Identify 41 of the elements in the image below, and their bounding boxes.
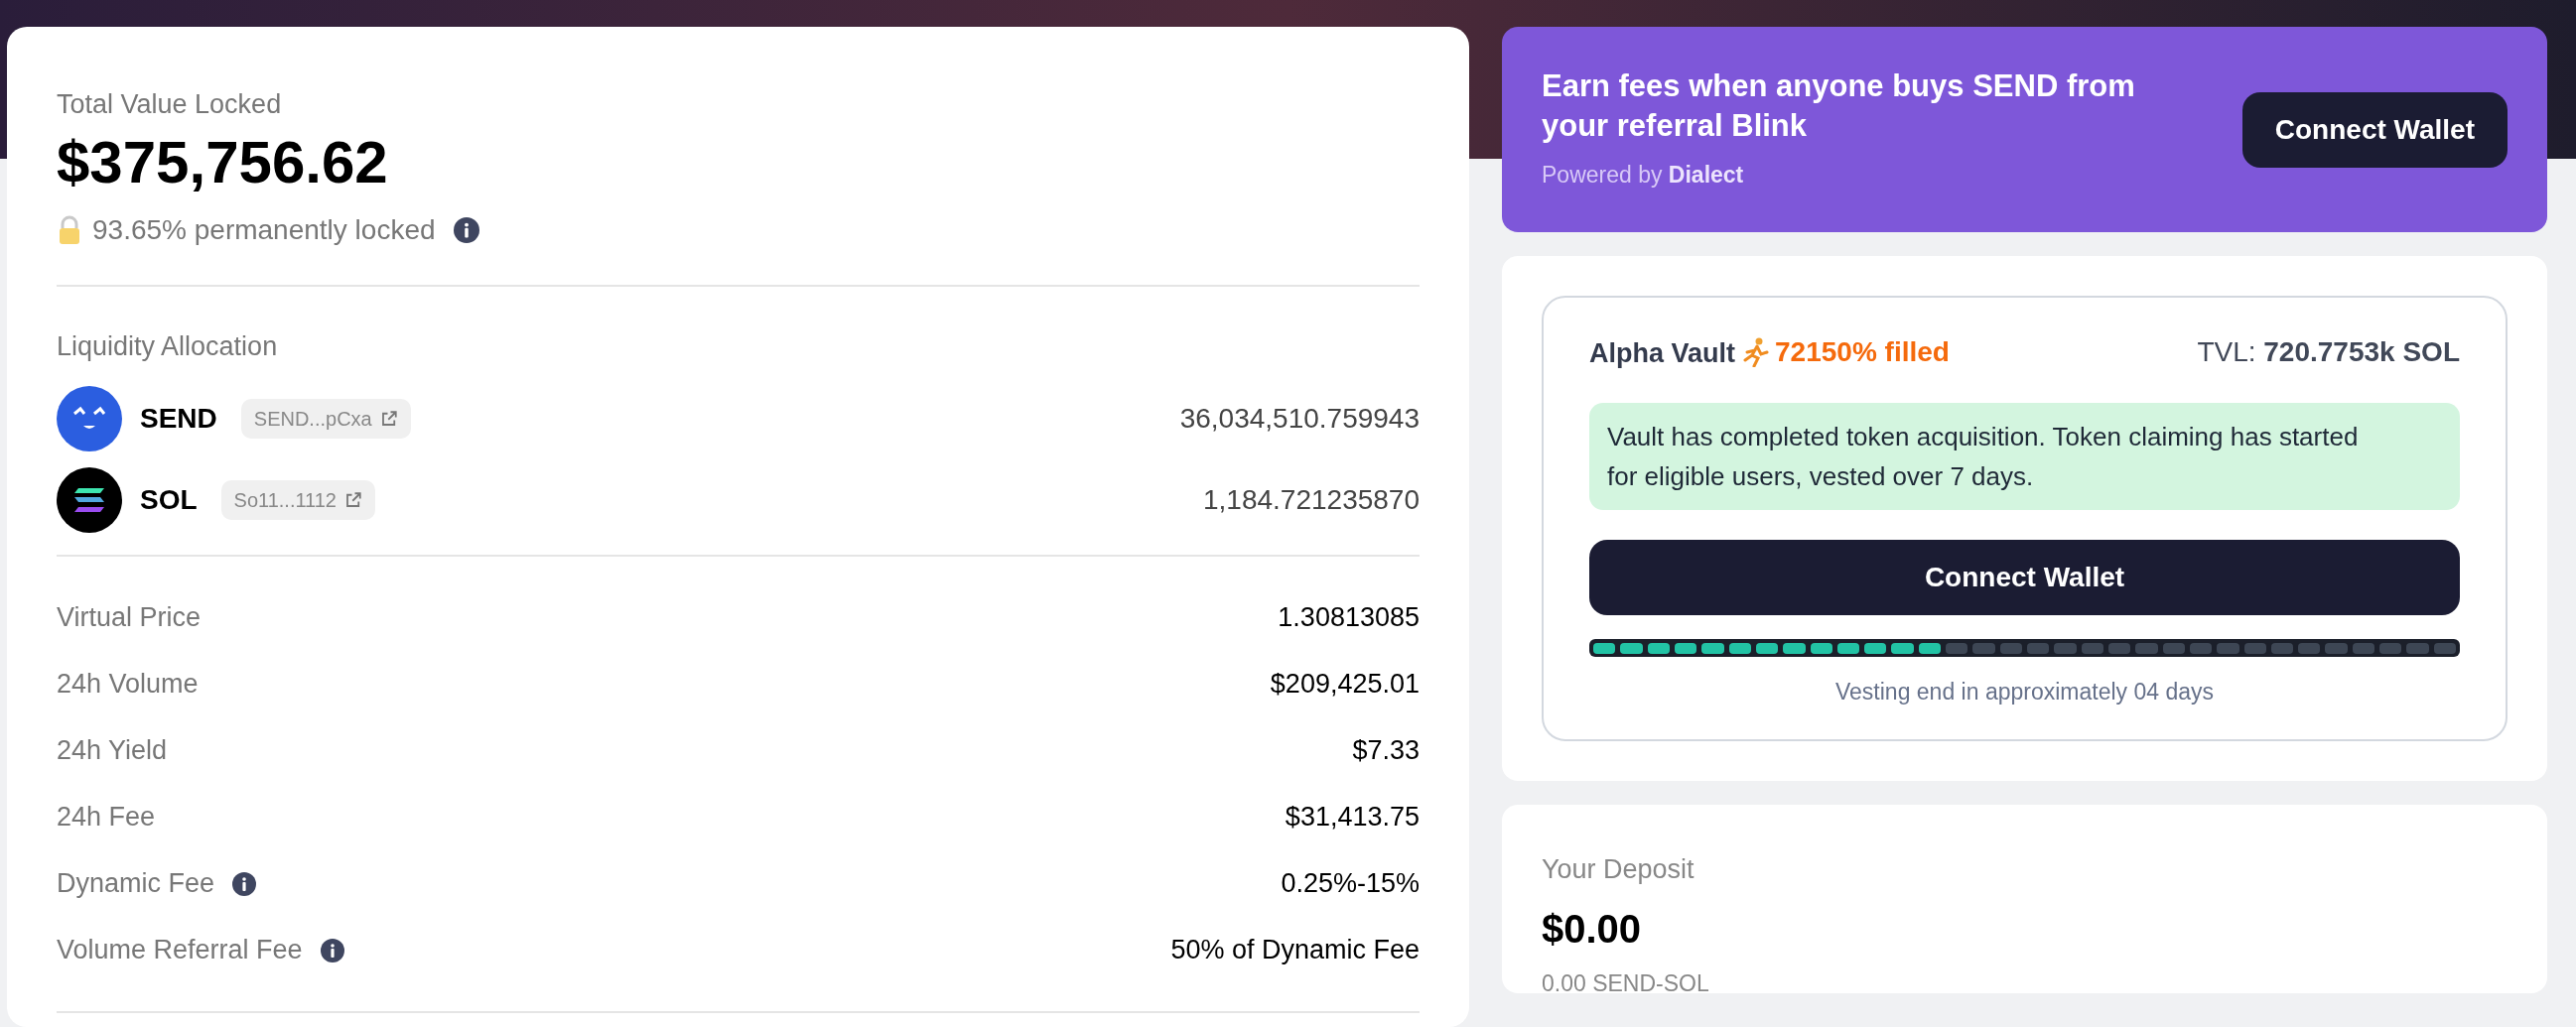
token-amount: 36,034,510.759943	[1179, 402, 1420, 436]
info-icon	[232, 871, 257, 896]
locked-percentage: 93.65% permanently locked	[92, 212, 436, 247]
vault-title: Alpha Vault	[1589, 336, 1736, 370]
connect-wallet-button[interactable]: Connect Wallet	[2241, 91, 2508, 168]
section-title: Liquidity Allocation	[57, 329, 279, 363]
stat-value: $7.33	[1352, 734, 1420, 768]
connect-wallet-button[interactable]: Connect Wallet	[1589, 540, 2460, 615]
notice-message: Vault has completed token acquisition. Token claiming has started for eligible users, vested over 7 days.	[1589, 403, 2460, 510]
stat-value: $209,425.01	[1270, 668, 1420, 702]
vesting-note: Vesting end in approximately 04 days	[1834, 678, 2215, 706]
deposit-amount: 0.00 SEND-SOL	[1542, 969, 1710, 998]
deposit-value: $0.00	[1542, 906, 1643, 953]
stat-label: 24h Yield	[57, 734, 168, 768]
padlock-icon	[57, 214, 82, 245]
tvl-text: TVL: 720.7753k SOL	[2197, 335, 2460, 369]
token-symbol: SOL	[140, 483, 198, 517]
token-symbol: SEND	[140, 402, 217, 436]
filled-percentage: 72150% filled	[1775, 335, 1950, 369]
stat-label: Virtual Price	[57, 601, 202, 635]
powered-by-text: Powered by Dialect	[1542, 161, 1745, 191]
runner-icon	[1743, 337, 1770, 367]
external-link-icon	[379, 410, 398, 428]
external-link-icon	[344, 491, 362, 509]
stat-value: 0.25%-15%	[1281, 867, 1420, 901]
stat-label: 24h Fee	[57, 801, 156, 834]
banner-title: Earn fees when anyone buys SEND from your referral Blink	[1542, 67, 2136, 146]
token-amount: 1,184.721235870	[1203, 483, 1420, 517]
tvl-value: $375,756.62	[57, 127, 389, 197]
info-icon	[320, 938, 344, 963]
stat-label: Volume Referral Fee	[57, 934, 303, 967]
info-icon	[453, 216, 479, 243]
stat-value: $31,413.75	[1285, 801, 1420, 834]
tvl-label: Total Value Locked	[57, 88, 283, 121]
stripes-logo-icon	[57, 467, 122, 533]
stat-label: Dynamic Fee	[57, 867, 215, 901]
stat-label: 24h Volume	[57, 668, 199, 702]
stat-value: 1.30813085	[1278, 601, 1420, 635]
deposit-label: Your Deposit	[1542, 852, 1695, 886]
stat-value: 50% of Dynamic Fee	[1170, 934, 1420, 967]
smiley-logo-icon	[57, 386, 122, 451]
